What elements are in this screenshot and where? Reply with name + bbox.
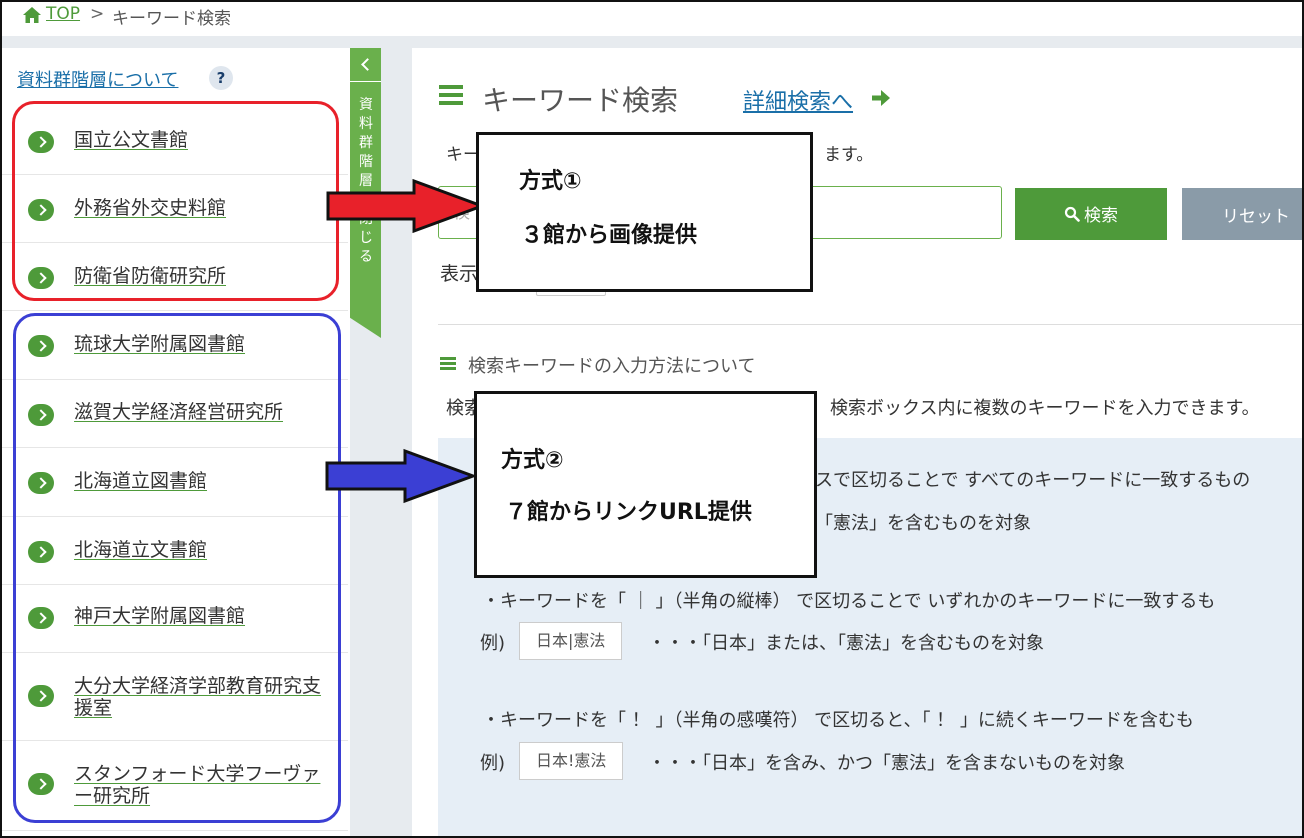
callout-1-body: ３館から画像提供 (521, 223, 698, 248)
menu-icon (440, 357, 456, 371)
about-hierarchy-link[interactable]: 資料群階層について (17, 66, 178, 92)
callout-method-2: 方式② ７館からリンクURL提供 (474, 391, 817, 578)
desc-start: キー (446, 145, 480, 165)
page-title: キーワード検索 (482, 84, 679, 117)
advanced-search-link[interactable]: 詳細検索へ (743, 84, 853, 116)
rule-and-example: 「憲法」を含むものを対象 (815, 513, 1031, 534)
rule-or-prefix: 例) (480, 633, 506, 654)
home-icon[interactable] (22, 6, 42, 24)
breadcrumb-current: キーワード検索 (112, 9, 231, 29)
blue-arrow-icon (325, 448, 478, 504)
annotation-blue-outline (13, 313, 341, 823)
search-button-label: 検索 (1084, 206, 1118, 227)
rule-or-example: ・・・「日本」または、「憲法」を含むものを対象 (648, 633, 1044, 654)
callout-2-body: ７館からリンクURL提供 (505, 500, 752, 525)
rule-not-example: ・・・「日本」を含み、かつ「憲法」を含まないものを対象 (648, 753, 1125, 774)
divider (438, 324, 1304, 325)
desc-end: ます。 (824, 145, 874, 165)
example-chip-or: 日本|憲法 (519, 622, 623, 660)
callout-2-title: 方式② (501, 448, 564, 473)
display-count-label: 表示 (440, 263, 479, 285)
rule-not-line: ・キーワードを「 ！ 」（半角の感嘆符） で区切ると、「 ！ 」に続くキーワード… (482, 710, 1194, 731)
breadcrumb-separator: > (90, 4, 105, 24)
howto-description: 検索ボックス内に複数のキーワードを入力できます。 (830, 398, 1260, 419)
callout-1-title: 方式① (519, 169, 582, 194)
reset-button[interactable]: リセット (1182, 188, 1304, 240)
annotation-red-outline (12, 101, 339, 301)
search-icon (1064, 206, 1080, 222)
example-chip-not: 日本!憲法 (519, 742, 624, 780)
rule-and-line: スで区切ることで すべてのキーワードに一致するもの (815, 470, 1251, 491)
menu-icon (439, 85, 463, 105)
callout-method-1: 方式① ３館から画像提供 (476, 132, 813, 292)
rule-not-prefix: 例) (480, 753, 506, 774)
howto-title: 検索キーワードの入力方法について (468, 356, 756, 377)
help-icon[interactable]: ? (209, 66, 233, 90)
breadcrumb: TOP > キーワード検索 (0, 0, 1304, 36)
chevron-left-icon[interactable] (350, 48, 381, 82)
search-button[interactable]: 検索 (1015, 188, 1167, 240)
breadcrumb-top-link[interactable]: TOP (46, 4, 80, 24)
red-arrow-icon (326, 178, 487, 234)
arrow-right-icon[interactable] (870, 88, 892, 108)
rule-or-line: ・キーワードを「 ｜ 」（半角の縦棒） で区切ることで いずれかのキーワードに一… (482, 591, 1216, 612)
